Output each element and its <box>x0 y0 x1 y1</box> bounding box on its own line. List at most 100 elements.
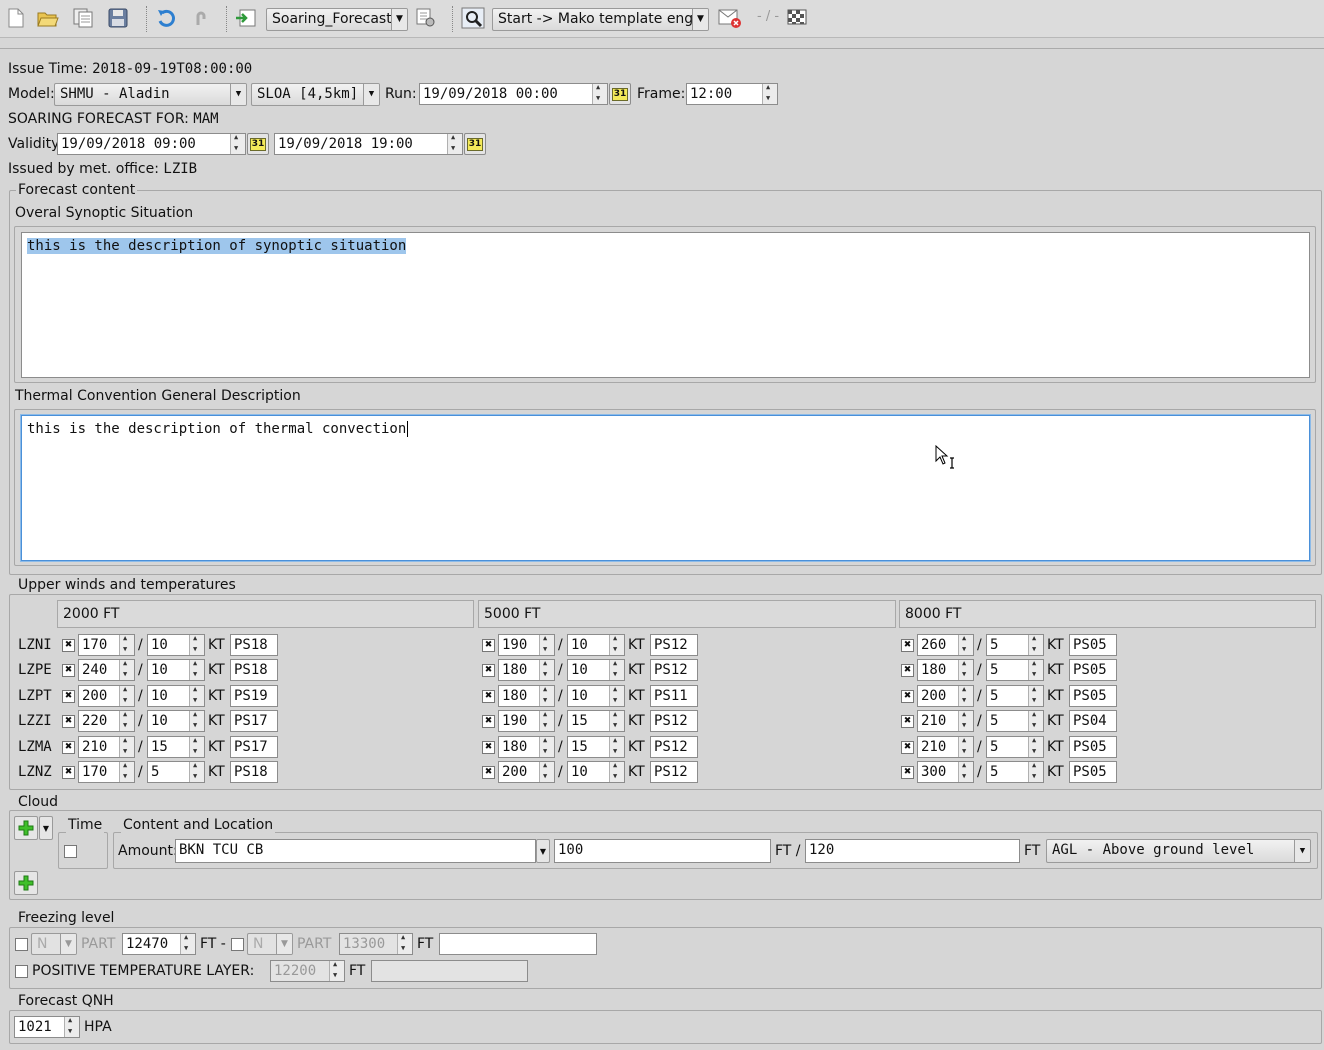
wind-enabled-checkbox[interactable]: ✖ <box>482 639 495 652</box>
spinner-arrows[interactable] <box>189 709 204 731</box>
wind-enabled-checkbox[interactable]: ✖ <box>62 741 75 754</box>
freezing-n1-checkbox[interactable] <box>15 938 28 951</box>
spinner-arrows[interactable] <box>958 684 973 706</box>
temperature-input[interactable]: PS05 <box>1069 761 1117 783</box>
copy-icon[interactable] <box>71 6 95 30</box>
positive-layer-note-input[interactable] <box>371 960 528 982</box>
spinner-arrows[interactable] <box>958 760 973 782</box>
positive-layer-checkbox[interactable] <box>15 965 28 978</box>
wind-direction-input[interactable]: 240 <box>78 658 135 681</box>
spinner-arrows[interactable] <box>180 932 195 954</box>
temperature-input[interactable]: PS04 <box>1069 710 1117 732</box>
spinner-arrows[interactable] <box>539 760 554 782</box>
part2-input[interactable]: 13300 <box>339 932 413 955</box>
open-folder-icon[interactable] <box>36 6 60 30</box>
temperature-input[interactable]: PS12 <box>650 659 698 681</box>
wind-speed-input[interactable]: 10 <box>147 658 205 681</box>
wind-speed-input[interactable]: 5 <box>986 684 1044 707</box>
wind-enabled-checkbox[interactable]: ✖ <box>62 690 75 703</box>
wind-speed-input[interactable]: 10 <box>147 633 205 656</box>
wind-speed-input[interactable]: 10 <box>567 658 625 681</box>
wind-enabled-checkbox[interactable]: ✖ <box>901 766 914 779</box>
send-mail-icon[interactable] <box>718 6 742 30</box>
spinner-arrows[interactable] <box>1028 760 1043 782</box>
spinner-arrows[interactable] <box>609 658 624 680</box>
synoptic-textarea[interactable]: this is the description of synoptic situ… <box>21 232 1310 378</box>
spinner-arrows[interactable] <box>762 82 777 104</box>
spinner-arrows[interactable] <box>1028 684 1043 706</box>
spinner-arrows[interactable] <box>1028 658 1043 680</box>
temperature-input[interactable]: PS17 <box>230 710 278 732</box>
spinner-arrows[interactable] <box>119 735 134 757</box>
thermal-textarea[interactable]: this is the description of thermal conve… <box>21 415 1310 561</box>
spinner-arrows[interactable] <box>189 735 204 757</box>
grid-select[interactable]: SLOA [4,5km] ▼ <box>251 83 380 106</box>
validity-to-input[interactable]: 19/09/2018 19:00 <box>274 132 463 155</box>
spinner-arrows[interactable] <box>1028 735 1043 757</box>
spinner-arrows[interactable] <box>189 684 204 706</box>
temperature-input[interactable]: PS05 <box>1069 634 1117 656</box>
wind-direction-input[interactable]: 180 <box>917 658 974 681</box>
calendar-icon[interactable]: 31 <box>247 133 269 155</box>
wind-speed-input[interactable]: 10 <box>147 684 205 707</box>
redo-icon[interactable] <box>188 6 212 30</box>
wind-direction-input[interactable]: 220 <box>78 709 135 732</box>
spinner-arrows[interactable] <box>592 82 607 104</box>
settings-icon[interactable] <box>414 6 438 30</box>
wind-enabled-checkbox[interactable]: ✖ <box>901 715 914 728</box>
run-datetime-input[interactable]: 19/09/2018 00:00 <box>419 82 608 105</box>
cloud-time-checkbox[interactable] <box>64 845 77 858</box>
wind-direction-input[interactable]: 200 <box>498 760 555 783</box>
add-cloud-row-button[interactable] <box>14 871 38 895</box>
wind-direction-input[interactable]: 210 <box>917 709 974 732</box>
export-icon[interactable] <box>234 6 258 30</box>
spinner-arrows[interactable] <box>189 633 204 655</box>
wind-direction-input[interactable]: 210 <box>917 735 974 758</box>
spinner-arrows[interactable] <box>539 709 554 731</box>
undo-icon[interactable] <box>154 6 178 30</box>
temperature-input[interactable]: PS18 <box>230 761 278 783</box>
spinner-arrows[interactable] <box>1028 633 1043 655</box>
wind-enabled-checkbox[interactable]: ✖ <box>901 741 914 754</box>
wind-enabled-checkbox[interactable]: ✖ <box>901 639 914 652</box>
new-file-icon[interactable] <box>4 6 28 30</box>
wind-speed-input[interactable]: 15 <box>567 735 625 758</box>
wind-speed-input[interactable]: 10 <box>567 684 625 707</box>
temperature-input[interactable]: PS05 <box>1069 685 1117 707</box>
wind-speed-input[interactable]: 15 <box>147 735 205 758</box>
temperature-input[interactable]: PS12 <box>650 736 698 758</box>
spinner-arrows[interactable] <box>609 760 624 782</box>
spinner-arrows[interactable] <box>539 658 554 680</box>
spinner-arrows[interactable] <box>119 658 134 680</box>
wind-enabled-checkbox[interactable]: ✖ <box>482 715 495 728</box>
temperature-input[interactable]: PS12 <box>650 761 698 783</box>
wind-speed-input[interactable]: 5 <box>986 658 1044 681</box>
spinner-arrows[interactable] <box>958 735 973 757</box>
checkered-flag-icon[interactable] <box>785 6 809 30</box>
calendar-icon[interactable]: 31 <box>609 83 631 105</box>
positive-layer-input[interactable]: 12200 <box>270 959 345 982</box>
temperature-input[interactable]: PS12 <box>650 710 698 732</box>
wind-direction-input[interactable]: 210 <box>78 735 135 758</box>
temperature-input[interactable]: PS12 <box>650 634 698 656</box>
spinner-arrows[interactable] <box>609 709 624 731</box>
spinner-arrows[interactable] <box>958 633 973 655</box>
model-select[interactable]: SHMU - Aladin ▼ <box>54 83 247 106</box>
spinner-arrows[interactable] <box>119 760 134 782</box>
cloud-amount-input[interactable]: BKN TCU CB <box>175 839 536 863</box>
wind-enabled-checkbox[interactable]: ✖ <box>482 664 495 677</box>
spinner-arrows[interactable] <box>447 132 462 154</box>
wind-direction-input[interactable]: 260 <box>917 633 974 656</box>
spinner-arrows[interactable] <box>189 760 204 782</box>
spinner-arrows[interactable] <box>329 959 344 981</box>
qnh-input[interactable]: 1021 <box>14 1015 80 1038</box>
wind-direction-input[interactable]: 180 <box>498 658 555 681</box>
add-cloud-dropdown[interactable]: ▼ <box>39 816 53 840</box>
add-cloud-button[interactable] <box>14 816 38 840</box>
save-icon[interactable] <box>106 6 130 30</box>
wind-speed-input[interactable]: 5 <box>986 760 1044 783</box>
wind-speed-input[interactable]: 10 <box>147 709 205 732</box>
wind-direction-input[interactable]: 200 <box>78 684 135 707</box>
freezing-note-input[interactable] <box>439 933 597 955</box>
spinner-arrows[interactable] <box>64 1015 79 1037</box>
